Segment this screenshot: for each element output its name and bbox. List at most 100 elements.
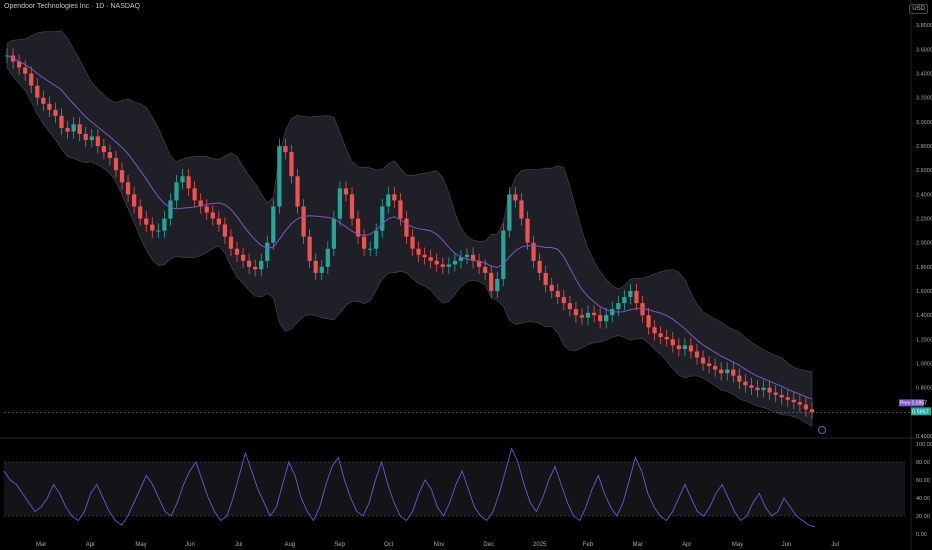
candle-body bbox=[440, 264, 445, 267]
candle-body bbox=[573, 309, 579, 316]
candle-body bbox=[452, 260, 458, 265]
candle-body bbox=[700, 357, 706, 364]
candle-body bbox=[77, 124, 82, 134]
candle-body bbox=[549, 284, 554, 292]
price-tick-label: 3.0000 bbox=[916, 120, 932, 126]
candle-body bbox=[368, 248, 373, 250]
oscillator-tick-label: 60.00 bbox=[916, 478, 930, 484]
candle-body bbox=[525, 218, 530, 243]
candle-body bbox=[585, 312, 591, 318]
candle-body bbox=[773, 392, 778, 395]
candle-body bbox=[246, 260, 252, 267]
candle-body bbox=[561, 297, 566, 304]
chart-area[interactable]: 3.8000 3.6000 3.4000 3.2000 3.0000 2.8000 2.60… bbox=[0, 0, 932, 550]
candle-body bbox=[579, 315, 585, 318]
candle-body bbox=[23, 67, 28, 74]
candle-body bbox=[277, 146, 282, 207]
candle-body bbox=[386, 194, 391, 207]
candle-body bbox=[743, 381, 748, 386]
candle-body bbox=[361, 236, 367, 249]
candle-body bbox=[331, 218, 336, 249]
candle-body bbox=[392, 194, 397, 201]
candle-body bbox=[168, 200, 173, 219]
candle-body bbox=[186, 176, 191, 189]
time-tick-label: Feb bbox=[583, 542, 594, 548]
candle-body bbox=[35, 85, 40, 98]
oscillator-tick-label: 80.00 bbox=[916, 460, 930, 466]
candle-body bbox=[107, 152, 113, 159]
candle-body bbox=[688, 345, 694, 352]
oscillator-tick-label: 100.00 bbox=[916, 442, 932, 448]
candle-body bbox=[670, 339, 675, 346]
candle-body bbox=[791, 399, 796, 403]
candle-body bbox=[797, 402, 802, 405]
oscillator-tick-label: 20.00 bbox=[916, 514, 930, 520]
candle-body bbox=[719, 369, 724, 374]
price-tick-label: 1.6000 bbox=[916, 289, 932, 295]
candle-body bbox=[325, 248, 330, 267]
candle-body bbox=[307, 236, 312, 261]
time-tick-label: Jun bbox=[185, 542, 195, 548]
candle-body bbox=[156, 230, 161, 232]
candle-body bbox=[676, 345, 681, 350]
candle-body bbox=[749, 385, 754, 388]
candle-body bbox=[144, 218, 149, 225]
candle-body bbox=[289, 152, 294, 177]
time-tick-label: Sep bbox=[334, 542, 345, 548]
candle-body bbox=[725, 369, 730, 374]
candle-body bbox=[664, 336, 669, 340]
candle-body bbox=[119, 170, 125, 183]
candle-body bbox=[567, 303, 573, 310]
candle-body bbox=[404, 218, 409, 237]
candle-body bbox=[301, 206, 306, 237]
time-tick-label: Apr bbox=[86, 542, 95, 548]
candle-body bbox=[234, 248, 240, 255]
candle-body bbox=[41, 97, 46, 104]
candle-body bbox=[519, 200, 524, 219]
price-tick-label: 2.8000 bbox=[916, 144, 932, 150]
candle-body bbox=[555, 291, 560, 298]
price-tick-label: 3.6000 bbox=[916, 47, 932, 53]
candle-body bbox=[464, 254, 470, 258]
candle-body bbox=[591, 312, 597, 316]
candle-body bbox=[337, 188, 343, 219]
candle-body bbox=[319, 266, 324, 273]
oscillator-tick-label: 40.00 bbox=[916, 496, 930, 502]
price-tick-label: 1.8000 bbox=[916, 265, 932, 271]
candle-body bbox=[138, 206, 143, 219]
last-price-text: 0.5957 bbox=[912, 409, 929, 415]
candle-body bbox=[785, 397, 790, 400]
time-tick-label: Mar bbox=[632, 542, 642, 548]
candle-body bbox=[616, 303, 621, 310]
candle-body bbox=[489, 272, 494, 292]
candle-body bbox=[622, 297, 627, 304]
candle-body bbox=[779, 394, 784, 398]
candle-body bbox=[132, 194, 137, 207]
bollinger-band bbox=[6, 30, 813, 427]
time-tick-label: May bbox=[135, 542, 146, 548]
candle-body bbox=[501, 230, 506, 279]
candle-body bbox=[271, 206, 276, 243]
candle-body bbox=[180, 176, 185, 183]
prev-label: Prev 0.5957 bbox=[900, 400, 927, 406]
candle-body bbox=[646, 315, 651, 328]
time-tick-label: Dec bbox=[483, 542, 494, 548]
candle-body bbox=[537, 260, 542, 273]
time-tick-label: Oct bbox=[384, 542, 394, 548]
candle-body bbox=[113, 158, 119, 171]
candle-body bbox=[59, 115, 64, 128]
candle-body bbox=[162, 218, 167, 231]
candle-body bbox=[380, 206, 385, 231]
candle-body bbox=[150, 224, 155, 231]
candle-body bbox=[174, 182, 179, 201]
candle-body bbox=[210, 212, 215, 219]
price-tick-label: 2.0000 bbox=[916, 241, 932, 247]
candle-body bbox=[228, 236, 234, 249]
price-tick-label: 0.4000 bbox=[916, 434, 932, 440]
candle-body bbox=[767, 387, 772, 393]
candle-body bbox=[89, 136, 94, 141]
candle-body bbox=[398, 200, 403, 219]
candle-body bbox=[694, 351, 700, 358]
time-tick-label: May bbox=[732, 542, 743, 548]
candle-body bbox=[29, 73, 34, 86]
